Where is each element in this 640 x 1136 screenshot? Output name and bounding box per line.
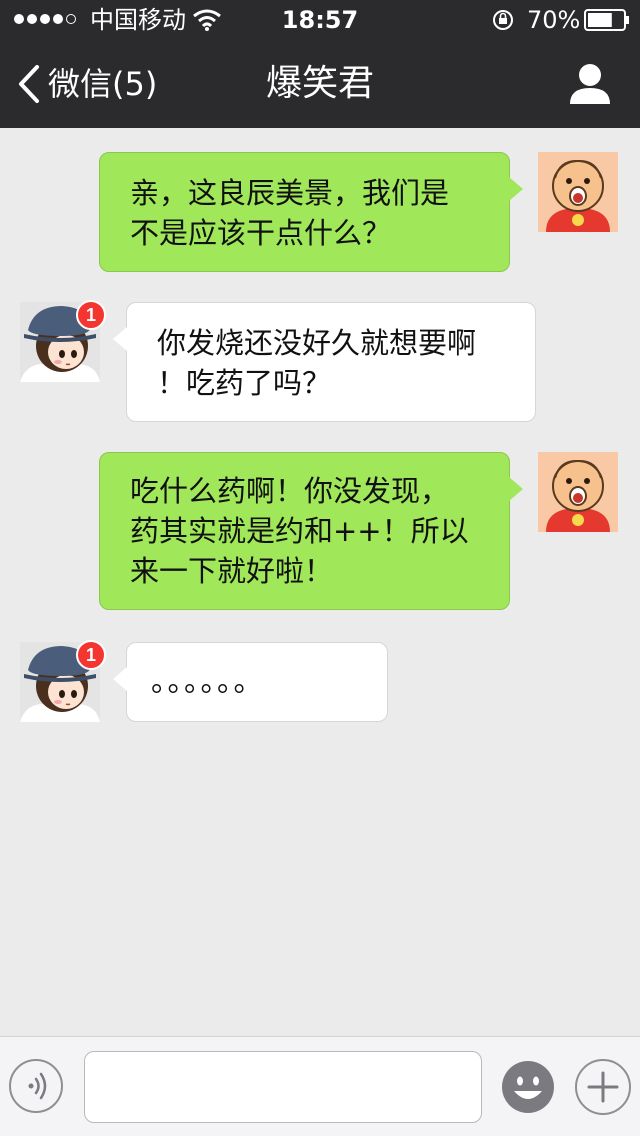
message-line: 吃什么药啊！你没发现， xyxy=(130,474,450,508)
voice-button[interactable] xyxy=(9,1059,63,1113)
message-line: ！吃药了吗？ xyxy=(157,366,332,400)
boy-avatar-icon xyxy=(538,152,618,232)
emoji-icon[interactable] xyxy=(500,1059,556,1115)
plus-icon xyxy=(587,1071,619,1103)
navigation-bar: 微信(5) 爆笑君 xyxy=(0,40,640,128)
unread-badge: 1 xyxy=(76,640,106,670)
message-bubble-3[interactable]: 吃什么药啊！你没发现， 药其实就是约和++！所以 来一下就好啦！ xyxy=(99,452,523,610)
message-line: 亲，这良辰美景，我们是 xyxy=(130,176,450,210)
battery-icon xyxy=(584,9,629,31)
more-button[interactable] xyxy=(575,1059,631,1115)
message-bubble-2[interactable]: 你发烧还没好久就想要啊 ！吃药了吗？ xyxy=(113,302,536,422)
message-line: 来一下就好啦！ xyxy=(130,554,334,588)
message-line: 。。。。。。 xyxy=(151,664,265,698)
message-line: 药其实就是约和++！所以 xyxy=(130,514,469,548)
message-line: 不是应该干点什么？ xyxy=(130,216,392,250)
battery-percent: 70% xyxy=(527,6,581,34)
my-avatar[interactable] xyxy=(538,452,618,532)
my-avatar[interactable] xyxy=(538,152,618,232)
voice-icon xyxy=(28,1072,47,1100)
message-bubble-1[interactable]: 亲，这良辰美景，我们是 不是应该干点什么？ xyxy=(99,152,523,272)
contact-avatar[interactable]: 1 xyxy=(20,640,106,722)
input-bar xyxy=(0,1036,640,1136)
message-line: 你发烧还没好久就想要啊 xyxy=(157,326,477,360)
chat-title: 爆笑君 xyxy=(265,63,374,104)
person-icon[interactable] xyxy=(566,62,614,106)
unread-badge: 1 xyxy=(76,300,106,330)
contact-avatar[interactable]: 1 xyxy=(20,300,106,382)
boy-avatar-icon xyxy=(538,452,618,532)
status-bar: 中国移动 18:57 70% xyxy=(0,0,640,40)
message-bubble-4[interactable]: 。。。。。。 xyxy=(113,642,388,722)
rotation-lock-icon xyxy=(493,10,513,30)
message-input[interactable] xyxy=(84,1051,482,1123)
chat-area: 亲，这良辰美景，我们是 不是应该干点什么？ 1 你发烧还没好久就想要啊 ！吃药了… xyxy=(0,128,640,1036)
